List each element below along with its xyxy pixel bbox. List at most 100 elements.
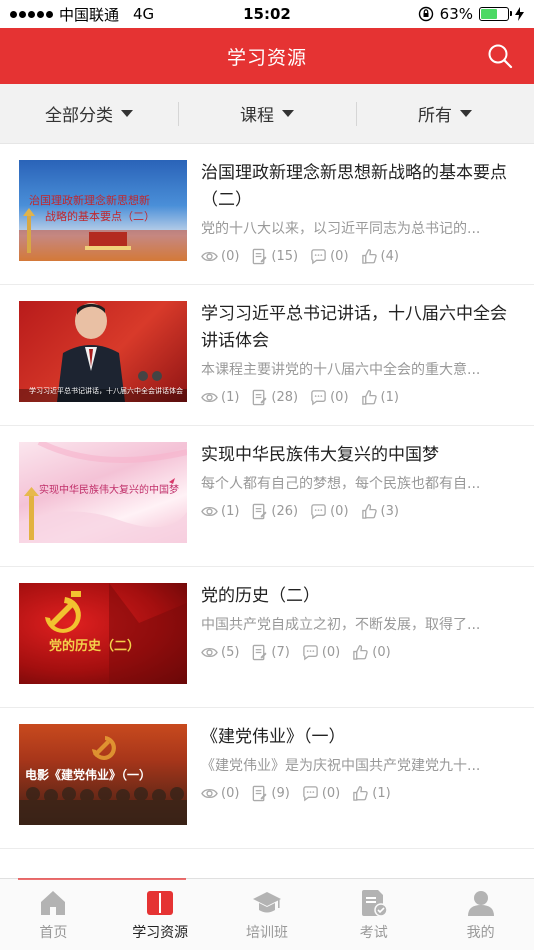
comments-stat: (0) [310, 389, 349, 406]
filter-bar: 全部分类 课程 所有 [0, 84, 534, 144]
signal-icon [10, 10, 53, 18]
likes-count: (4) [380, 249, 399, 264]
course-list: 治国理政新理念新思想新 战略的基本要点（二） 治国理政新理念新思想新战略的基本要… [0, 144, 534, 849]
comments-stat: (0) [310, 248, 349, 265]
course-description: 党的十八大以来，以习近平同志为总书记的... [201, 221, 481, 237]
book-icon [147, 890, 174, 915]
tab-home[interactable]: 首页 [0, 879, 107, 950]
comment-icon [311, 249, 326, 265]
search-icon[interactable] [486, 42, 514, 70]
tab-label: 考试 [359, 924, 388, 941]
course-title[interactable]: 实现中华民族伟大复兴的中国梦 [201, 442, 516, 469]
course-info: 实现中华民族伟大复兴的中国梦 每个人都有自己的梦想，每个民族也都有自... (1… [201, 442, 516, 566]
comments-count: (0) [330, 504, 349, 519]
views-count: (0) [221, 786, 240, 801]
course-thumbnail: 电影《建党伟业》（一） [19, 724, 187, 825]
thumbs-up-icon [361, 504, 377, 519]
course-stats: (5) (7) (0) (0) [201, 644, 516, 661]
comments-count: (0) [321, 786, 341, 801]
course-stats: (1) (28) (0) (1) [201, 389, 516, 406]
views-stat: (5) [201, 644, 239, 661]
course-item[interactable]: 学习习近平总书记讲话，十八届六中全会讲话体会 学习习近平总书记讲话，十八届六中全… [0, 285, 534, 426]
filter-scope-label: 所有 [418, 106, 452, 126]
likes-count: (3) [380, 504, 399, 519]
filter-category-label: 全部分类 [45, 106, 113, 126]
status-bar: 中国联通 4G 15:02 63% [0, 0, 534, 28]
course-thumbnail: 实现中华民族伟大复兴的中国梦 [19, 442, 187, 543]
tab-profile[interactable]: 我的 [427, 879, 534, 950]
caret-down-icon [282, 110, 294, 117]
course-item[interactable]: 实现中华民族伟大复兴的中国梦 实现中华民族伟大复兴的中国梦 每个人都有自己的梦想… [0, 426, 534, 567]
exams-stat: (26) [251, 503, 298, 520]
course-thumbnail: 党的历史（二） [19, 583, 187, 684]
comments-stat: (0) [302, 644, 340, 661]
course-description: 中国共产党自成立之初，不断发展，取得了... [201, 617, 481, 633]
views-stat: (0) [201, 785, 239, 802]
filter-type[interactable]: 课程 [178, 84, 356, 143]
course-item[interactable]: 党的历史（二） 党的历史（二） 中国共产党自成立之初，不断发展，取得了... (… [0, 567, 534, 708]
caret-down-icon [460, 110, 472, 117]
course-item[interactable]: 治国理政新理念新思想新 战略的基本要点（二） 治国理政新理念新思想新战略的基本要… [0, 144, 534, 285]
home-icon [41, 890, 66, 915]
views-count: (1) [221, 504, 240, 519]
status-time: 15:02 [243, 5, 291, 23]
course-item[interactable]: 电影《建党伟业》（一） 《建党伟业》（一） 《建党伟业》是为庆祝中国共产党建党九… [0, 708, 534, 849]
tab-learning-resources[interactable]: 学习资源 [107, 879, 214, 950]
thumbnail-caption: 实现中华民族伟大复兴的中国梦 [39, 485, 179, 496]
eye-icon [201, 251, 218, 262]
likes-count: (0) [372, 645, 391, 660]
course-info: 学习习近平总书记讲话，十八届六中全会讲话体会 本课程主要讲党的十八届六中全会的重… [201, 301, 516, 425]
likes-stat: (0) [352, 644, 391, 661]
thumbnail-caption: 治国理政新理念新思想新 [29, 194, 150, 207]
likes-count: (1) [372, 786, 391, 801]
charging-icon [515, 7, 524, 21]
exam-sheet-icon [253, 503, 268, 520]
battery-icon [479, 7, 512, 21]
battery-fill [481, 9, 498, 19]
filter-scope[interactable]: 所有 [356, 84, 534, 143]
tab-training[interactable]: 培训班 [214, 879, 321, 950]
views-count: (0) [221, 249, 240, 264]
eye-icon [201, 392, 218, 403]
status-right: 63% [418, 5, 524, 23]
course-title[interactable]: 《建党伟业》（一） [201, 724, 516, 751]
course-stats: (1) (26) (0) (3) [201, 503, 516, 520]
views-stat: (1) [201, 389, 239, 406]
filter-category[interactable]: 全部分类 [0, 84, 178, 143]
comment-icon [311, 504, 326, 520]
thumbs-up-icon [361, 249, 377, 264]
app-header: 学习资源 [0, 28, 534, 84]
likes-stat: (4) [361, 248, 399, 265]
battery-percent: 63% [439, 5, 473, 23]
eye-icon [201, 506, 218, 517]
exam-sheet-icon [253, 389, 268, 406]
course-title[interactable]: 学习习近平总书记讲话，十八届六中全会讲话体会 [201, 301, 516, 355]
course-title[interactable]: 治国理政新理念新思想新战略的基本要点（二） [201, 160, 516, 214]
tab-exam[interactable]: 考试 [320, 879, 427, 950]
course-info: 《建党伟业》（一） 《建党伟业》是为庆祝中国共产党建党九十... (0) (9)… [201, 724, 516, 848]
views-stat: (1) [201, 503, 239, 520]
tab-label: 我的 [466, 924, 495, 941]
caret-down-icon [121, 110, 133, 117]
network-label: 4G [133, 5, 155, 23]
course-description: 每个人都有自己的梦想，每个民族也都有自... [201, 476, 481, 492]
partial-thumbnail-edge [18, 878, 186, 880]
exams-stat: (9) [251, 785, 290, 802]
exams-count: (28) [271, 390, 299, 405]
thumbs-up-icon [353, 786, 368, 801]
views-count: (5) [221, 645, 240, 660]
graduation-cap-icon [252, 891, 281, 912]
course-title[interactable]: 党的历史（二） [201, 583, 516, 610]
rotation-lock-icon [418, 6, 433, 22]
exams-count: (9) [271, 786, 290, 801]
course-info: 治国理政新理念新思想新战略的基本要点（二） 党的十八大以来，以习近平同志为总书记… [201, 160, 516, 284]
course-info: 党的历史（二） 中国共产党自成立之初，不断发展，取得了... (5) (7) (… [201, 583, 516, 707]
comments-count: (0) [330, 390, 349, 405]
views-count: (1) [221, 390, 240, 405]
likes-stat: (3) [361, 503, 399, 520]
thumbnail-caption: 战略的基本要点（二） [45, 210, 155, 223]
tab-label: 培训班 [245, 924, 288, 941]
eye-icon [201, 647, 218, 658]
thumbs-up-icon [361, 390, 377, 405]
status-left: 中国联通 4G [10, 4, 154, 25]
